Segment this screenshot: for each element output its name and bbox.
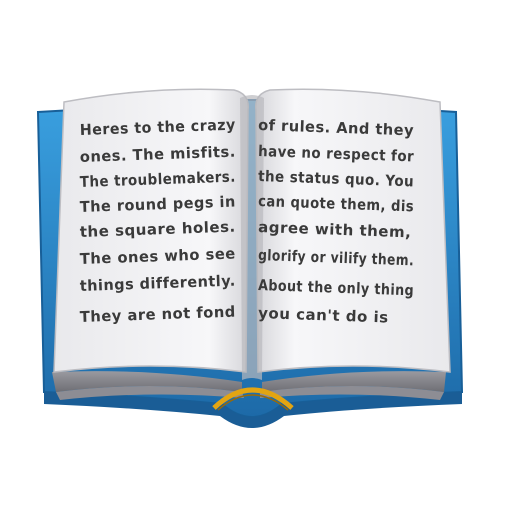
open-book-illustration: Heres to the crazy ones. The misfits. Th… — [36, 88, 464, 428]
gutter-shadow — [240, 95, 264, 380]
